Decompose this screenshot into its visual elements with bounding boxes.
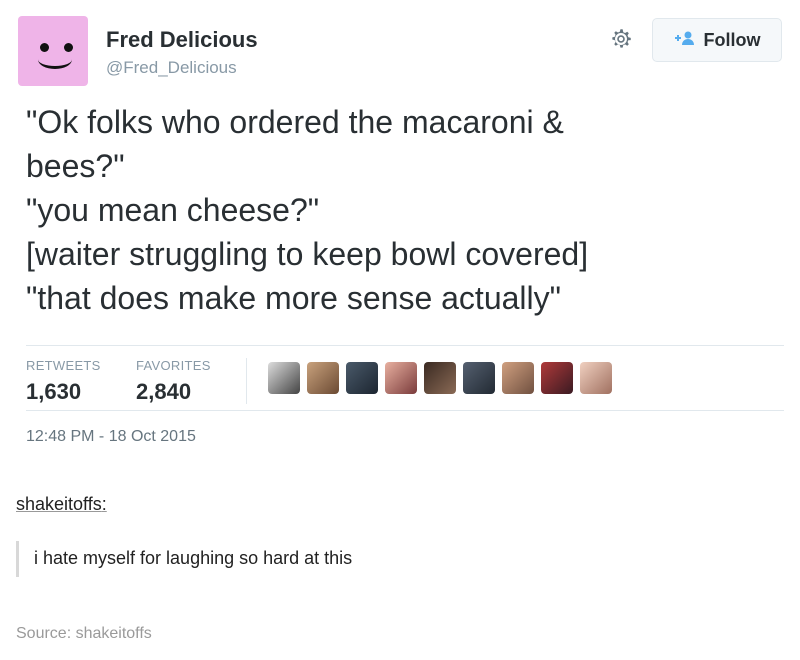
favorites-label: FAVORITES bbox=[136, 358, 211, 373]
quote-bar bbox=[16, 541, 19, 577]
follow-button-label: Follow bbox=[703, 29, 761, 50]
tweet-line: [waiter struggling to keep bowl covered] bbox=[26, 236, 589, 272]
reblogger-colon: : bbox=[101, 494, 107, 514]
favoriter-avatar[interactable] bbox=[502, 362, 534, 394]
reblogger-line: shakeitoffs: bbox=[16, 494, 107, 515]
gear-icon-graphic bbox=[612, 29, 631, 48]
favoriter-avatar[interactable] bbox=[346, 362, 378, 394]
favoriter-avatar[interactable] bbox=[307, 362, 339, 394]
author-handle[interactable]: @Fred_Delicious bbox=[106, 58, 237, 78]
stats-top-divider bbox=[26, 345, 784, 346]
tweet-line: "you mean cheese?" bbox=[26, 192, 320, 228]
tweet-timestamp[interactable]: 12:48 PM - 18 Oct 2015 bbox=[26, 428, 196, 446]
favoriter-avatar[interactable] bbox=[580, 362, 612, 394]
author-avatar[interactable] bbox=[18, 16, 88, 86]
favoriter-avatar[interactable] bbox=[463, 362, 495, 394]
gear-icon[interactable] bbox=[608, 26, 634, 52]
author-name[interactable]: Fred Delicious bbox=[106, 27, 258, 53]
tweet-line: bees?" bbox=[26, 148, 125, 184]
retweets-label: RETWEETS bbox=[26, 358, 101, 373]
favoriter-avatar[interactable] bbox=[385, 362, 417, 394]
favoriter-avatar[interactable] bbox=[424, 362, 456, 394]
stats-separator bbox=[246, 358, 247, 404]
add-user-icon bbox=[674, 30, 696, 51]
retweets-count[interactable]: 1,630 bbox=[26, 379, 81, 405]
favoriter-avatar[interactable] bbox=[541, 362, 573, 394]
follow-button[interactable]: Follow bbox=[652, 18, 782, 62]
post-source[interactable]: Source: shakeitoffs bbox=[16, 625, 152, 643]
favoriter-avatar[interactable] bbox=[268, 362, 300, 394]
reblogger-name[interactable]: shakeitoffs bbox=[16, 494, 102, 514]
favoriters-avatars bbox=[268, 362, 612, 394]
tweet-text: "Ok folks who ordered the macaroni & bee… bbox=[26, 100, 766, 320]
avatar-smile bbox=[38, 50, 72, 69]
favorites-count[interactable]: 2,840 bbox=[136, 379, 191, 405]
reblog-comment: i hate myself for laughing so hard at th… bbox=[34, 548, 353, 568]
stats-bottom-divider bbox=[26, 410, 784, 411]
tweet-line: "Ok folks who ordered the macaroni & bbox=[26, 104, 564, 140]
tweet-line: "that does make more sense actually" bbox=[26, 280, 561, 316]
